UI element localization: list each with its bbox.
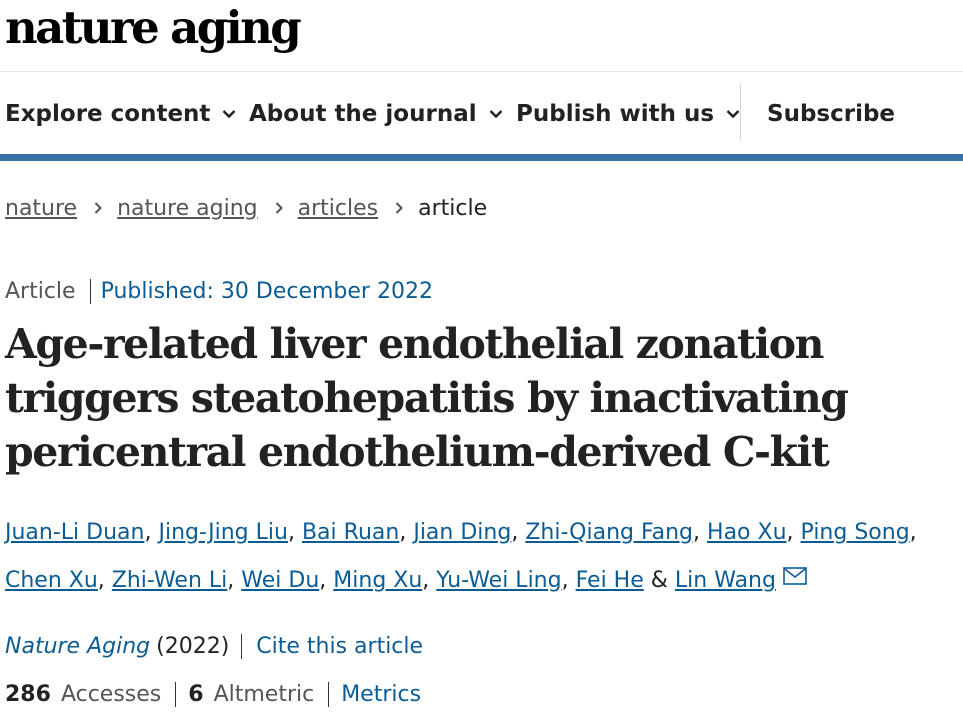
chevron-right-icon (395, 202, 404, 214)
breadcrumb-nature[interactable]: nature (5, 196, 77, 221)
altmetric-score: 6 (188, 681, 204, 707)
author-link[interactable]: Jing-Jing Liu (158, 520, 288, 545)
chevron-down-icon (489, 110, 502, 119)
author-link[interactable]: Ping Song (801, 520, 910, 545)
nav-separator (740, 83, 741, 141)
citation-year: (2022) (156, 633, 243, 659)
accesses-label: Accesses (60, 681, 162, 707)
accesses-count: 286 (5, 681, 51, 707)
article-meta: Article Published: 30 December 2022 (5, 274, 433, 308)
nav-publish-with-us-label: Publish with us (516, 101, 715, 127)
chevron-down-icon (223, 110, 236, 119)
breadcrumb-nature-aging[interactable]: nature aging (117, 196, 258, 221)
author-link[interactable]: Ming Xu (333, 568, 422, 593)
nav-accent-bar (0, 154, 963, 161)
author-link[interactable]: Juan-Li Duan (5, 520, 144, 545)
chevron-right-icon (94, 202, 103, 214)
article-type: Article (5, 278, 91, 304)
article-title: Age-related liver endothelial zonation t… (5, 320, 849, 476)
nav-publish-with-us[interactable]: Publish with us (516, 83, 741, 145)
nav-explore-content[interactable]: Explore content (5, 83, 237, 145)
nav-about-the-journal[interactable]: About the journal (249, 83, 504, 145)
author-list: Juan-Li Duan, Jing-Jing Liu, Bai Ruan, J… (5, 520, 917, 593)
subscribe-label: Subscribe (767, 101, 896, 127)
nav-explore-content-label: Explore content (5, 101, 211, 127)
main-nav: Explore content About the journal Publis… (0, 83, 963, 145)
mail-icon[interactable] (783, 567, 807, 585)
site-logo[interactable]: nature aging (5, 1, 302, 54)
author-link[interactable]: Hao Xu (707, 520, 787, 545)
metrics-link[interactable]: Metrics (341, 682, 421, 707)
metrics-line: 286 Accesses 6 Altmetric Metrics (5, 676, 421, 712)
author-link[interactable]: Zhi-Qiang Fang (525, 520, 693, 545)
nav-about-the-journal-label: About the journal (249, 101, 477, 127)
citation-line: Nature Aging (2022) Cite this article (5, 628, 423, 664)
chevron-right-icon (275, 202, 283, 214)
author-link[interactable]: Fei He (576, 568, 644, 593)
accesses-metric: 286 Accesses (5, 681, 177, 707)
masthead: nature aging (5, 1, 302, 54)
author-link[interactable]: Zhi-Wen Li (112, 568, 227, 593)
published-date-link[interactable]: Published: 30 December 2022 (101, 279, 433, 304)
subscribe-link[interactable]: Subscribe (767, 83, 895, 145)
breadcrumb-articles[interactable]: articles (298, 196, 378, 221)
altmetric-label: Altmetric (213, 681, 315, 707)
author-link[interactable]: Chen Xu (5, 568, 98, 593)
author-link[interactable]: Yu-Wei Ling (436, 568, 561, 593)
journal-link[interactable]: Nature Aging (5, 634, 150, 659)
author-link[interactable]: Jian Ding (413, 520, 511, 545)
chevron-down-icon (726, 110, 740, 119)
breadcrumb: nature nature aging articles article (5, 192, 487, 224)
altmetric-metric: 6 Altmetric (188, 681, 330, 707)
author-link[interactable]: Wei Du (241, 568, 319, 593)
author-link[interactable]: Bai Ruan (302, 520, 399, 545)
author-ampersand: & (650, 568, 668, 593)
header-divider (0, 71, 963, 72)
cite-this-article-link[interactable]: Cite this article (256, 634, 423, 659)
breadcrumb-current: article (418, 195, 488, 221)
author-link[interactable]: Lin Wang (675, 568, 776, 593)
